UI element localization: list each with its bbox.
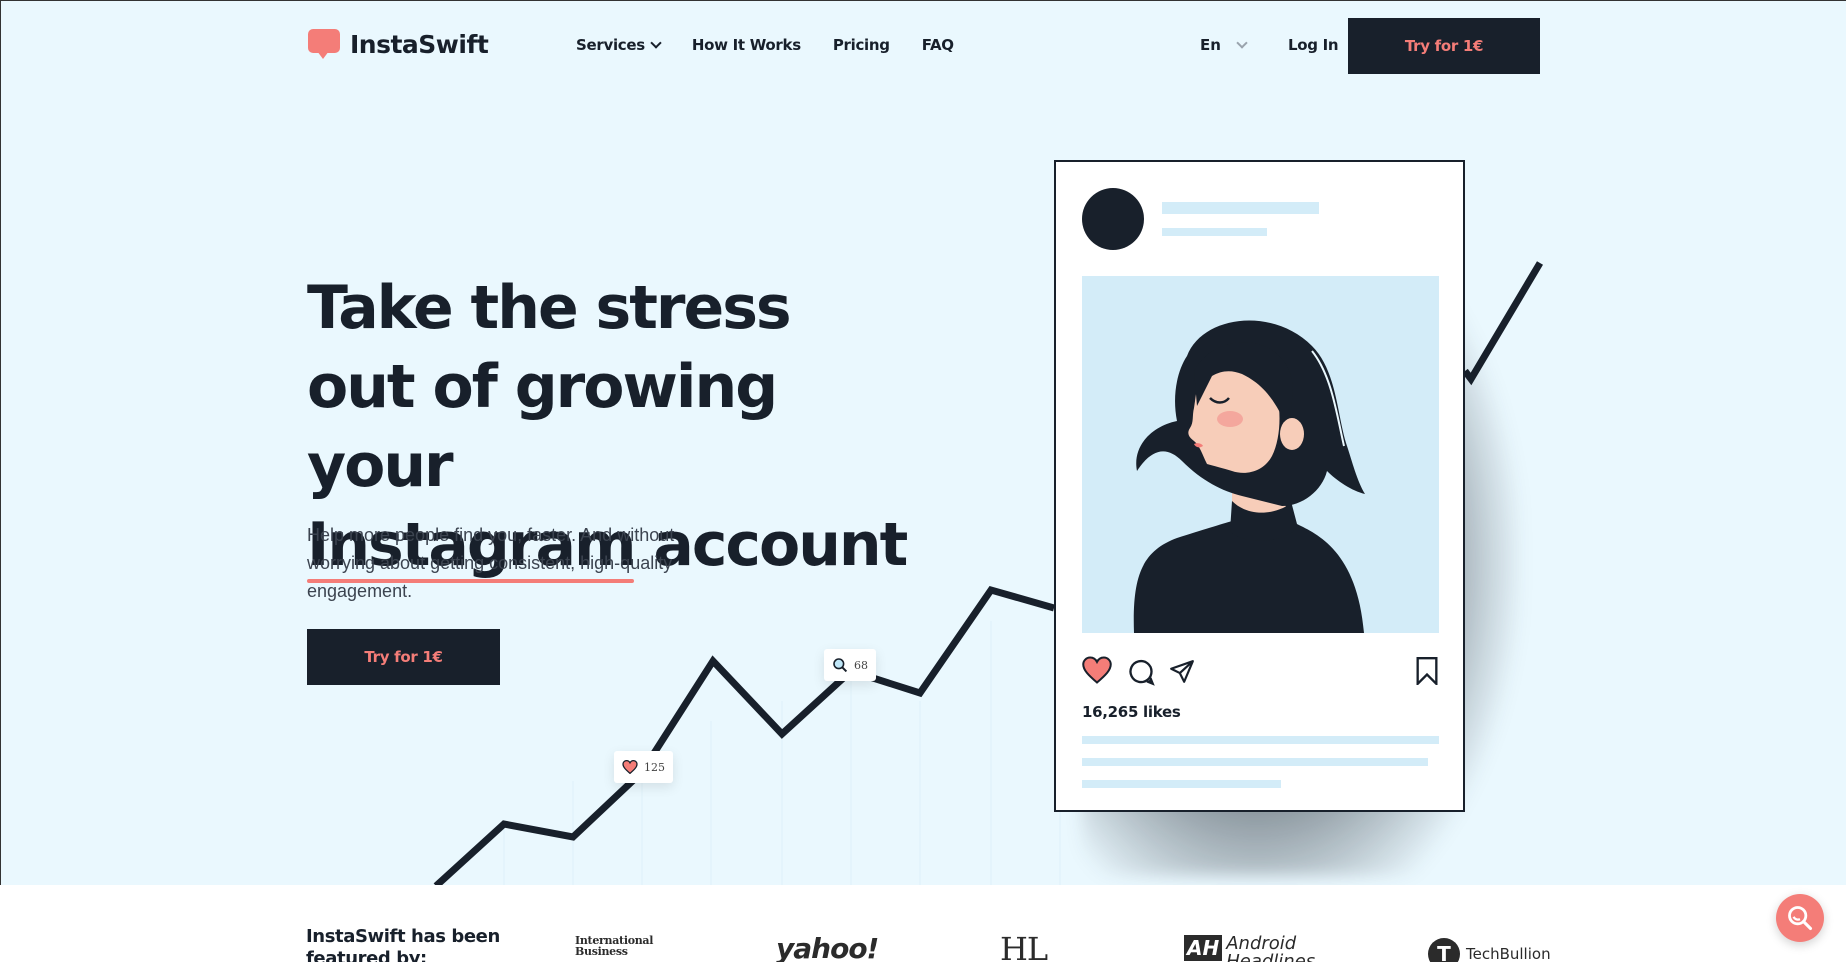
heart-icon[interactable]	[1082, 656, 1112, 684]
search-icon	[833, 658, 848, 673]
hl-logo[interactable]: HL	[1000, 930, 1048, 962]
instagram-post-card: 16,265 likes	[1054, 160, 1465, 812]
language-label: En	[1200, 36, 1221, 54]
chevron-down-icon	[1236, 37, 1248, 49]
caption-placeholder-1	[1082, 736, 1439, 744]
post-illustration	[1082, 276, 1439, 633]
try-button-hero[interactable]: Try for 1€	[307, 629, 500, 685]
main-nav: Services How It Works Pricing FAQ	[576, 36, 954, 54]
search-badge-count: 68	[854, 658, 868, 672]
ib-line-2: Business	[575, 945, 628, 958]
ah-line-2: Headlines	[1226, 951, 1316, 962]
android-headlines-logo[interactable]: AH Android Headlines	[1184, 935, 1315, 962]
send-icon[interactable]	[1169, 659, 1195, 685]
comment-icon[interactable]	[1127, 658, 1155, 686]
nav-faq[interactable]: FAQ	[922, 36, 954, 54]
search-badge: 68	[824, 649, 876, 681]
likes-badge: 125	[614, 751, 673, 783]
username-placeholder	[1162, 202, 1319, 214]
ah-text: Android Headlines	[1226, 935, 1315, 962]
subtitle-placeholder	[1162, 228, 1267, 236]
login-link[interactable]: Log In	[1288, 36, 1339, 54]
chevron-down-icon	[650, 37, 662, 49]
tb-text: TechBullion	[1466, 945, 1551, 962]
avatar	[1082, 188, 1144, 250]
hero-subtitle: Help more people find you, faster. And w…	[307, 525, 675, 601]
caption-placeholder-2	[1082, 758, 1428, 766]
caption-placeholder-3	[1082, 780, 1281, 788]
search-help-icon	[1788, 906, 1813, 931]
logo[interactable]: InstaSwift	[308, 29, 489, 59]
ah-mark: AH	[1184, 935, 1223, 961]
hero-section: InstaSwift Services How It Works Pricing…	[0, 0, 1846, 885]
woman-illustration	[1133, 320, 1365, 633]
tb-mark: T	[1428, 938, 1460, 962]
logo-text: InstaSwift	[350, 29, 489, 59]
help-search-button[interactable]	[1776, 894, 1824, 942]
likes-badge-count: 125	[644, 760, 665, 774]
yahoo-logo[interactable]: yahoo!	[776, 932, 879, 962]
heart-icon	[622, 760, 638, 774]
try-button-header[interactable]: Try for 1€	[1348, 18, 1540, 74]
nav-services-label: Services	[576, 36, 645, 54]
headline-line-1: Take the stress	[307, 273, 792, 343]
growth-chart-line	[433, 261, 1544, 885]
language-selector[interactable]: En	[1200, 36, 1248, 54]
bookmark-icon[interactable]	[1415, 657, 1439, 685]
nav-services[interactable]: Services	[576, 36, 662, 54]
featured-label: InstaSwift has been featured by:	[306, 926, 500, 962]
nav-pricing[interactable]: Pricing	[833, 36, 890, 54]
logo-bubble-icon	[308, 29, 342, 59]
nav-how-it-works[interactable]: How It Works	[692, 36, 801, 54]
headline-line-2: out of growing your	[307, 352, 778, 501]
international-business-logo[interactable]: International Business	[575, 935, 653, 957]
techbullion-logo[interactable]: T TechBullion	[1428, 938, 1551, 962]
likes-count: 16,265 likes	[1082, 703, 1181, 721]
